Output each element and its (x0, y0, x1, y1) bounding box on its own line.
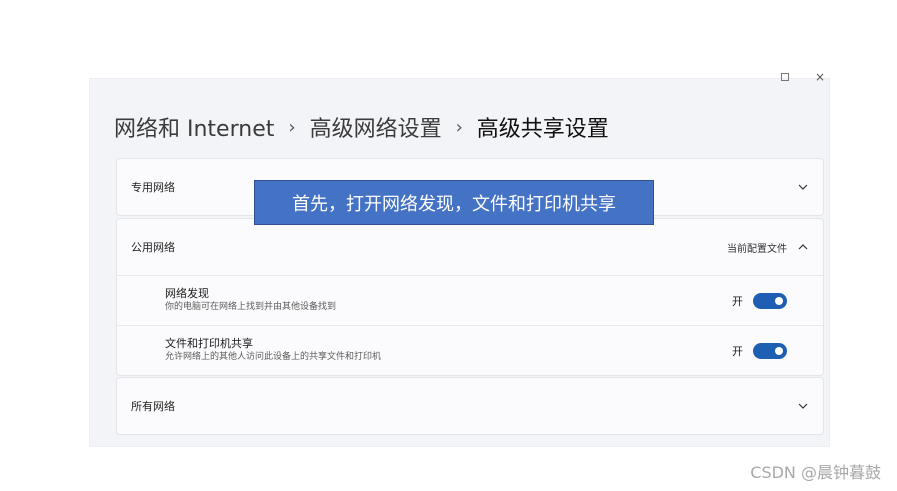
instruction-callout: 首先，打开网络发现，文件和打印机共享 (254, 180, 654, 225)
breadcrumb-network-internet[interactable]: 网络和 Internet (114, 111, 274, 143)
settings-window: × 网络和 Internet › 高级网络设置 › 高级共享设置 专用网络 公用… (89, 71, 830, 447)
all-networks-title: 所有网络 (131, 400, 175, 413)
chevron-down-icon[interactable] (797, 181, 809, 193)
file-printer-sharing-toggle[interactable] (753, 342, 787, 359)
close-icon[interactable]: × (815, 71, 825, 83)
public-network-header[interactable]: 公用网络 当前配置文件 (117, 219, 823, 275)
breadcrumb-advanced-network[interactable]: 高级网络设置 (310, 111, 442, 143)
public-network-title: 公用网络 (131, 241, 175, 254)
file-printer-sharing-row: 文件和打印机共享 允许网络上的其他人访问此设备上的共享文件和打印机 开 (117, 325, 823, 375)
network-discovery-state: 开 (732, 294, 743, 308)
chevron-down-icon[interactable] (797, 400, 809, 412)
watermark: CSDN @晨钟暮鼓 (750, 463, 881, 482)
page-title: 高级共享设置 (476, 117, 609, 142)
current-profile-label: 当前配置文件 (727, 243, 787, 255)
public-network-card: 公用网络 当前配置文件 网络发现 你的电脑可在网络上找到并由其他设备找到 开 文… (116, 218, 824, 376)
breadcrumb-separator-icon: › (288, 116, 296, 138)
restore-icon[interactable] (781, 73, 789, 81)
network-discovery-toggle[interactable] (753, 292, 787, 309)
breadcrumb: 网络和 Internet › 高级网络设置 › 高级共享设置 (114, 111, 609, 143)
network-discovery-desc: 你的电脑可在网络上找到并由其他设备找到 (165, 302, 337, 312)
all-networks-header[interactable]: 所有网络 (117, 378, 823, 434)
stage: × 网络和 Internet › 高级网络设置 › 高级共享设置 专用网络 公用… (0, 0, 897, 491)
toggle-knob (775, 346, 783, 355)
breadcrumb-separator-icon: › (455, 116, 463, 138)
all-networks-card[interactable]: 所有网络 (116, 377, 824, 435)
file-printer-sharing-desc: 允许网络上的其他人访问此设备上的共享文件和打印机 (165, 352, 382, 362)
network-discovery-row: 网络发现 你的电脑可在网络上找到并由其他设备找到 开 (117, 275, 823, 325)
file-printer-sharing-state: 开 (732, 344, 743, 358)
file-printer-sharing-title: 文件和打印机共享 (165, 337, 253, 350)
network-discovery-title: 网络发现 (165, 287, 209, 300)
toggle-knob (775, 296, 783, 305)
chevron-up-icon[interactable] (797, 241, 809, 253)
window-controls: × (781, 71, 825, 83)
